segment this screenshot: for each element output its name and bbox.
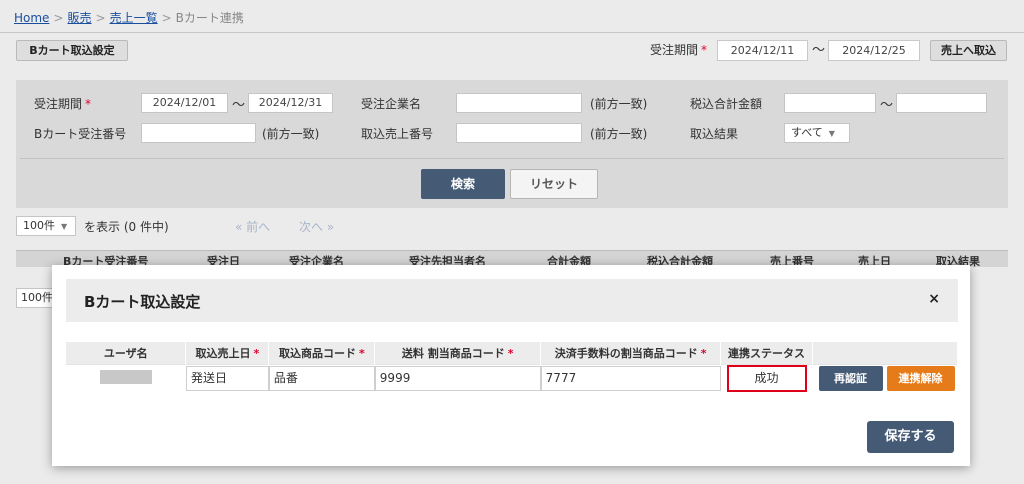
page-size-select[interactable]: 100件 ▼ [16, 216, 76, 236]
shipping-code-cell: 9999 [374, 363, 541, 392]
settings-row: 発送日 品番 9999 7777 成功 再認証 連携解除 [66, 363, 958, 392]
modal-header: Bカート取込設定 × [66, 279, 958, 322]
top-period-label-text: 受注期間 [650, 43, 699, 57]
settings-table: ユーザ名 取込売上日 * 取込商品コード * 送料 割当商品コード * 決済手数料の割… [66, 342, 958, 392]
unlink-button[interactable]: 連携解除 [886, 365, 955, 391]
import-date-field[interactable]: 発送日 [185, 365, 269, 391]
order-period-label: 受注期間 * [34, 95, 91, 112]
top-period-tilde: ～ [812, 43, 826, 58]
breadcrumb-separator: > [161, 11, 172, 25]
company-label: 受注企業名 [361, 97, 422, 111]
header-divider [0, 32, 1024, 33]
pager-prev-link[interactable]: « 前へ [235, 218, 270, 235]
breadcrumb-current: Bカート連携 [175, 11, 244, 25]
required-mark: * [85, 97, 92, 111]
order-period-label-text: 受注期間 [34, 97, 83, 111]
breadcrumb-sales-link[interactable]: 販売 [68, 11, 92, 25]
required-mark: * [701, 43, 708, 57]
reset-button[interactable]: リセット [510, 169, 598, 199]
page-size-select-bottom[interactable]: 100件 [16, 288, 56, 308]
import-result-label: 取込結果 [690, 127, 739, 141]
search-button[interactable]: 検索 [421, 169, 505, 199]
close-icon[interactable]: × [928, 291, 940, 307]
required-mark: * [253, 346, 260, 360]
top-period-from-input[interactable]: 2024/12/11 [717, 40, 808, 61]
total-to-input[interactable] [896, 93, 987, 113]
order-period-tilde: ～ [232, 98, 246, 113]
import-sales-partial-match-note: (前方一致) [590, 127, 648, 141]
breadcrumb-home-link[interactable]: Home [14, 11, 49, 25]
breadcrumb-separator: > [53, 11, 64, 25]
user-cell [66, 363, 186, 392]
import-sales-no-label: 取込売上番号 [361, 127, 434, 141]
bcart-order-no-input[interactable] [141, 123, 256, 143]
required-mark: * [358, 346, 365, 360]
bcart-setting-modal: Bカート取込設定 × ユーザ名 取込売上日 * 取込商品コード * 送料 割当商品コ… [52, 265, 970, 466]
breadcrumb-sales-list-link[interactable]: 売上一覧 [110, 11, 158, 25]
bcart-order-no-label: Bカート受注番号 [34, 127, 127, 141]
page-size-value: 100件 [23, 219, 55, 232]
required-mark: * [507, 346, 514, 360]
col-product-code: 取込商品コード * [268, 342, 376, 364]
import-date-cell: 発送日 [185, 363, 269, 392]
col-shipping-code: 送料 割当商品コード * [374, 342, 542, 364]
col-fee-code: 決済手数料の割当商品コード * [540, 342, 722, 364]
pager-next-link[interactable]: 次へ » [299, 218, 334, 235]
col-status: 連携ステータス [720, 342, 814, 364]
breadcrumb: Home > 販売 > 売上一覧 > Bカート連携 [14, 9, 244, 26]
bcart-import-setting-button[interactable]: Bカート取込設定 [16, 40, 128, 61]
status-badge: 成功 [726, 364, 807, 392]
per-page-text: を表示 (0 件中) [84, 220, 169, 234]
modal-title: Bカート取込設定 [84, 293, 201, 311]
company-partial-match-note: (前方一致) [590, 97, 648, 111]
status-cell: 成功 [720, 363, 813, 392]
col-fee-code-label: 決済手数料の割当商品コード [554, 346, 698, 360]
masked-user-name [99, 369, 152, 384]
import-result-select[interactable]: すべて ▼ [784, 123, 850, 143]
col-import-date: 取込売上日 * [185, 342, 270, 364]
total-tilde: ～ [880, 98, 894, 113]
total-tax-label: 税込合計金額 [690, 97, 763, 111]
total-from-input[interactable] [784, 93, 876, 113]
col-user-label: ユーザ名 [103, 346, 148, 360]
settings-table-header-row: ユーザ名 取込売上日 * 取込商品コード * 送料 割当商品コード * 決済手数料の割… [66, 342, 958, 364]
top-period-label: 受注期間 * [650, 40, 707, 61]
import-result-value: すべて [791, 126, 823, 139]
company-input[interactable] [456, 93, 582, 113]
product-code-field[interactable]: 品番 [268, 365, 375, 391]
col-import-date-label: 取込売上日 [195, 346, 251, 360]
col-shipping-code-label: 送料 割当商品コード [401, 346, 505, 360]
actions-cell: 再認証 連携解除 [812, 363, 958, 392]
order-period-to-input[interactable]: 2024/12/31 [248, 93, 333, 113]
fee-code-field[interactable]: 7777 [540, 365, 721, 391]
chevron-down-icon: ▼ [828, 129, 835, 138]
top-period-to-input[interactable]: 2024/12/25 [828, 40, 920, 61]
product-code-cell: 品番 [268, 363, 375, 392]
col-actions [812, 342, 958, 364]
required-mark: * [700, 346, 707, 360]
col-status-label: 連携ステータス [728, 346, 806, 360]
order-period-from-input[interactable]: 2024/12/01 [141, 93, 228, 113]
fee-code-cell: 7777 [540, 363, 721, 392]
save-button[interactable]: 保存する [867, 421, 954, 453]
chevron-down-icon: ▼ [61, 222, 68, 231]
import-sales-no-input[interactable] [456, 123, 582, 143]
bcart-order-no-partial-match-note: (前方一致) [262, 127, 320, 141]
reauth-button[interactable]: 再認証 [818, 365, 883, 391]
import-to-sales-button[interactable]: 売上へ取込 [930, 40, 1007, 61]
search-panel: 受注期間 * 2024/12/01 ～ 2024/12/31 受注企業名 (前方一… [16, 80, 1008, 208]
search-panel-divider [20, 158, 1004, 159]
shipping-code-field[interactable]: 9999 [374, 365, 541, 391]
col-product-code-label: 取込商品コード [278, 346, 356, 360]
col-user: ユーザ名 [66, 342, 187, 364]
breadcrumb-separator: > [95, 11, 106, 25]
